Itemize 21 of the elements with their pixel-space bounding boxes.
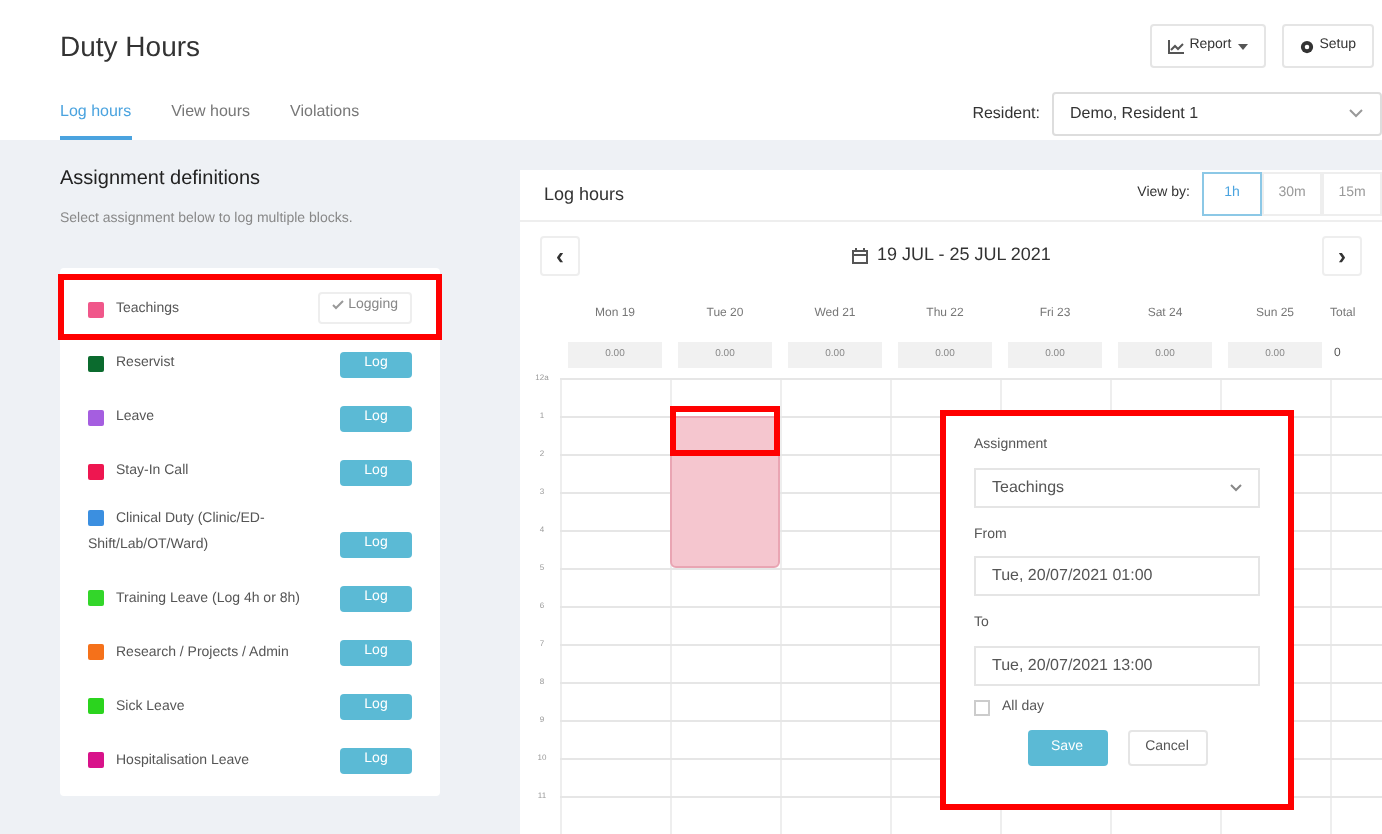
week-range: 19 JUL - 25 JUL 2021 [877, 242, 1051, 269]
to-field[interactable]: Tue, 20/07/2021 13:00 [974, 645, 1260, 685]
chart-icon [1167, 39, 1184, 53]
resident-select[interactable]: Demo, Resident 1 [1052, 92, 1382, 136]
checkbox[interactable] [974, 699, 990, 716]
next-button[interactable]: › [1321, 235, 1362, 276]
panel-title: Assignment definitions [60, 166, 263, 194]
tab[interactable]: View hours [171, 100, 251, 140]
from-field[interactable]: Tue, 20/07/2021 01:00 [974, 556, 1260, 596]
resident-label: Resident: [972, 102, 1040, 126]
tab[interactable]: Violations [290, 100, 360, 140]
caret-icon [1237, 43, 1248, 49]
page-title: Duty Hours [60, 27, 201, 66]
settings-icon [1299, 39, 1314, 53]
calendar-icon [851, 247, 868, 264]
chevron-down-icon [1348, 108, 1364, 120]
previous-button[interactable]: ‹ [540, 235, 580, 276]
chevron-down-icon [1230, 483, 1242, 491]
assignment-select[interactable]: Teachings [974, 467, 1260, 507]
section-title: Log hours [544, 181, 625, 208]
check-icon [332, 299, 345, 310]
